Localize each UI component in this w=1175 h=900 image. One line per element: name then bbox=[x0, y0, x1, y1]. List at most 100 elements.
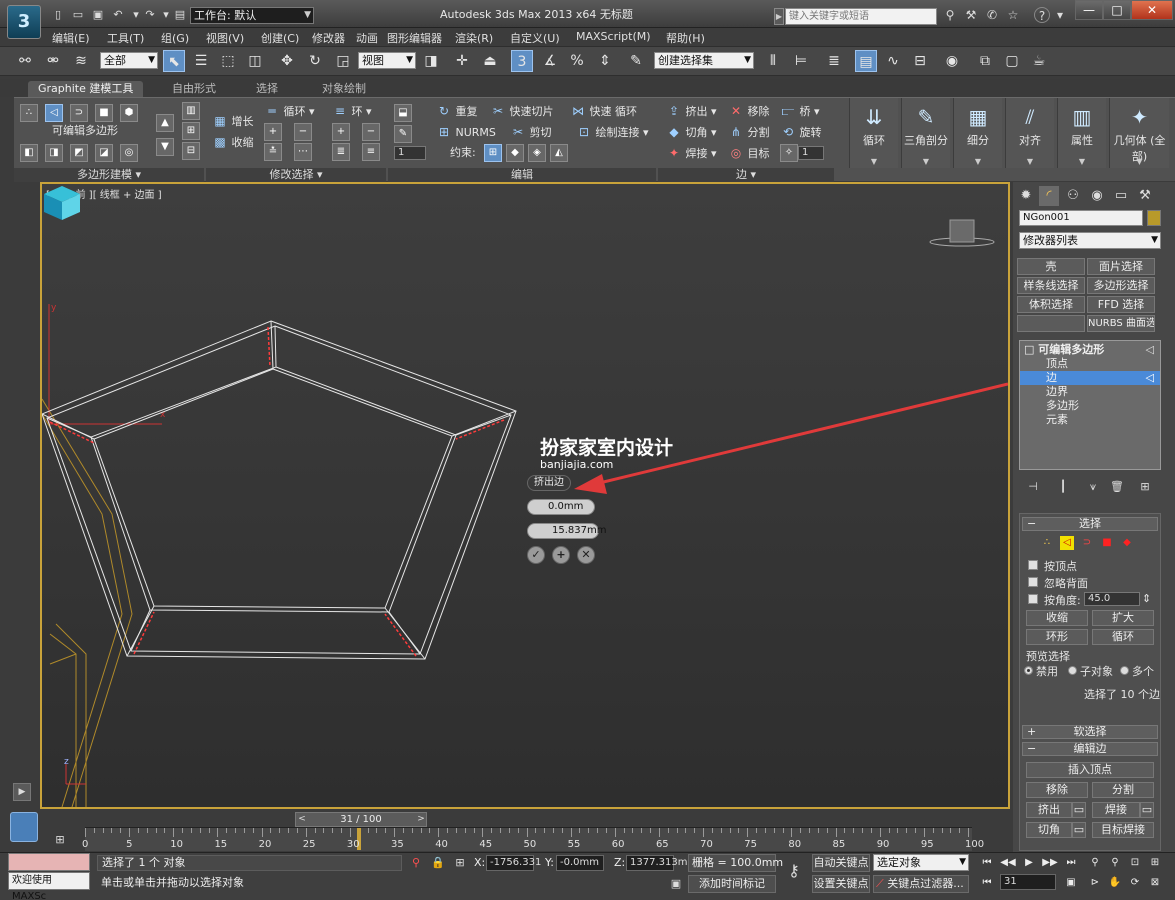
chamfer-settings-icon[interactable]: ▭ bbox=[1072, 822, 1086, 838]
sel-element-icon[interactable]: ◆ bbox=[1120, 536, 1134, 550]
remove-edge-button[interactable]: ✕ 移除 bbox=[728, 102, 770, 120]
modifier-stack[interactable]: □ 可编辑多边形 ◁ 顶点 边 ◁ 边界 多边形 元素 bbox=[1019, 340, 1161, 470]
bind-space-warp-icon[interactable]: ≋ bbox=[70, 50, 92, 72]
edit-named-selection-icon[interactable]: ✎ bbox=[625, 50, 647, 72]
current-frame-field[interactable]: 31 bbox=[1000, 874, 1056, 890]
preview-off-radio[interactable] bbox=[1024, 666, 1033, 675]
element-mode-icon[interactable]: ⬢ bbox=[120, 104, 138, 122]
split-edge-button[interactable]: ⋔ 分割 bbox=[728, 123, 770, 141]
ring-selection-button[interactable]: 环形 bbox=[1026, 629, 1088, 645]
border-mode-icon[interactable]: ⊃ bbox=[70, 104, 88, 122]
align-button[interactable]: ⫽ 对齐 ▼ bbox=[1005, 98, 1054, 168]
reference-coord-select[interactable]: 视图 ▼ bbox=[358, 52, 416, 69]
zoom-icon[interactable]: ⚲ bbox=[1086, 854, 1104, 871]
select-and-link-icon[interactable]: ⚯ bbox=[14, 50, 36, 72]
polygon-mode-icon[interactable]: ■ bbox=[95, 104, 113, 122]
chamfer-edge-panel-button[interactable]: 切角 bbox=[1026, 822, 1072, 838]
maxscript-welcome[interactable]: 欢迎使用 MAXSc bbox=[8, 872, 90, 900]
properties-button[interactable]: ▥ 属性 ▼ bbox=[1057, 98, 1106, 168]
configure-sets-icon[interactable]: ⊞ bbox=[1137, 480, 1153, 494]
ring-mode-icon[interactable]: ≣ bbox=[332, 143, 350, 161]
move-icon[interactable]: ✥ bbox=[276, 50, 298, 72]
toggle-command-panel-icon[interactable]: ◩ bbox=[70, 144, 88, 162]
z-coord-field[interactable]: 1377.313m bbox=[626, 855, 687, 871]
ribbon-nav-up-icon[interactable]: ▲ bbox=[156, 114, 174, 132]
shrink-loop-icon[interactable]: − bbox=[294, 123, 312, 141]
volume-select-button[interactable]: 体积选择 bbox=[1017, 296, 1085, 313]
edge-mode-icon[interactable]: ◁ bbox=[45, 104, 63, 122]
remove-modifier-icon[interactable]: 🗑 bbox=[1109, 480, 1125, 494]
quickslice-button[interactable]: ✂ 快速切片 bbox=[490, 102, 554, 120]
search-input[interactable]: 键入关键字或短语 bbox=[785, 8, 937, 25]
modify-mode-icon[interactable]: ◧ bbox=[20, 144, 38, 162]
orbit-icon[interactable]: ⟳ bbox=[1126, 874, 1144, 891]
repeat-button[interactable]: ↻ 重复 bbox=[436, 102, 478, 120]
loop-tools-button[interactable]: ⇊ 循环 ▼ bbox=[849, 98, 898, 168]
next-frame-icon[interactable]: ▶▶ bbox=[1041, 854, 1059, 871]
stack-item-edge[interactable]: 边 ◁ bbox=[1020, 371, 1160, 385]
isolate-icon[interactable]: ⚲ bbox=[408, 855, 424, 871]
extrude-settings-icon[interactable]: ▭ bbox=[1072, 802, 1086, 818]
edit-spinner[interactable]: 1 bbox=[394, 146, 426, 160]
vertex-mode-icon[interactable]: ∴ bbox=[20, 104, 38, 122]
caddy-ok-button[interactable]: ✓ bbox=[527, 546, 545, 564]
help-dropdown-icon[interactable]: ▾ bbox=[1052, 7, 1068, 23]
weld-settings-icon[interactable]: ▭ bbox=[1140, 802, 1154, 818]
play-icon[interactable]: ▶ bbox=[1020, 854, 1038, 871]
tab-graphite-modeling[interactable]: Graphite 建模工具 bbox=[28, 81, 144, 97]
menu-graph-editors[interactable]: 图形编辑器 bbox=[387, 30, 442, 46]
panel-poly-modeling[interactable]: 多边形建模 ▾ bbox=[14, 168, 204, 182]
constraint-edge-icon[interactable]: ◆ bbox=[506, 144, 524, 162]
edit-edges-rollout-header[interactable]: − 编辑边 bbox=[1022, 742, 1158, 756]
rectangular-selection-icon[interactable]: ⬚ bbox=[217, 50, 239, 72]
caddy-cancel-button[interactable]: ✕ bbox=[577, 546, 595, 564]
workspace-select[interactable]: 工作台: 默认 ▼ bbox=[190, 7, 314, 24]
empty-modifier-button[interactable] bbox=[1017, 315, 1085, 332]
graphite-toggle-icon[interactable]: ▤ bbox=[855, 50, 877, 72]
unlink-icon[interactable]: ⚮ bbox=[42, 50, 64, 72]
preserve-uv-icon[interactable]: ⬓ bbox=[394, 104, 412, 122]
communication-icon[interactable]: ✆ bbox=[984, 7, 1000, 23]
select-manipulate-icon[interactable]: ✛ bbox=[451, 50, 473, 72]
extrude-height-field[interactable]: 0.0mm bbox=[527, 499, 595, 515]
paint-connect-button[interactable]: ⊡ 绘制连接 ▾ bbox=[576, 123, 649, 141]
constraint-face-icon[interactable]: ◈ bbox=[528, 144, 546, 162]
ribbon-nav-down-icon[interactable]: ▼ bbox=[156, 138, 174, 156]
constraint-normal-icon[interactable]: ◭ bbox=[550, 144, 568, 162]
redo-icon[interactable]: ↷ bbox=[142, 7, 158, 22]
soft-selection-rollout-header[interactable]: + 软选择 bbox=[1022, 725, 1158, 739]
selection-lock-icon[interactable]: 🔒 bbox=[430, 855, 446, 871]
absolute-mode-icon[interactable]: ⊞ bbox=[452, 855, 468, 871]
ribbon-extra-3-icon[interactable]: ⊟ bbox=[182, 142, 200, 160]
target-weld-button[interactable]: ◎ 目标 bbox=[728, 144, 770, 162]
angle-snap-icon[interactable]: ∡ bbox=[539, 50, 561, 72]
make-unique-icon[interactable]: ⩛ bbox=[1085, 480, 1101, 494]
percent-snap-icon[interactable]: % bbox=[566, 50, 588, 72]
loop-mode-icon[interactable]: ≛ bbox=[264, 143, 282, 161]
add-time-tag-button[interactable]: 添加时间标记 bbox=[688, 875, 776, 893]
close-button[interactable]: ✕ bbox=[1131, 0, 1173, 20]
align-icon[interactable]: ⊨ bbox=[790, 50, 812, 72]
sel-vertex-icon[interactable]: ∴ bbox=[1040, 536, 1054, 550]
shrink-ring-icon[interactable]: − bbox=[362, 123, 380, 141]
menu-group[interactable]: 组(G) bbox=[161, 30, 189, 46]
set-key-button[interactable]: 设置关键点 bbox=[812, 875, 870, 893]
open-file-icon[interactable]: ▭ bbox=[70, 7, 86, 22]
nurms-button[interactable]: ⊞ NURMS bbox=[436, 123, 496, 141]
mirror-icon[interactable]: ⫴ bbox=[762, 50, 784, 72]
menu-modifiers[interactable]: 修改器 bbox=[312, 30, 345, 46]
spinner-snap-icon[interactable]: ⇕ bbox=[594, 50, 616, 72]
viewport-layout-button[interactable] bbox=[10, 812, 38, 842]
shell-button[interactable]: 壳 bbox=[1017, 258, 1085, 275]
loop-button[interactable]: ═ 循环 ▾ bbox=[264, 102, 314, 120]
ribbon-extra-1-icon[interactable]: ▥ bbox=[182, 102, 200, 120]
named-selection-set-select[interactable]: 创建选择集 ▼ bbox=[654, 52, 754, 69]
grow-loop-icon[interactable]: + bbox=[264, 123, 282, 141]
stack-item-element[interactable]: 元素 bbox=[1020, 413, 1160, 427]
binoculars-icon[interactable]: ⚲ bbox=[942, 7, 958, 23]
motion-tab-icon[interactable]: ◉ bbox=[1087, 186, 1107, 206]
loop-dot-icon[interactable]: ⋯ bbox=[294, 143, 312, 161]
pan-icon[interactable]: ✋ bbox=[1106, 874, 1124, 891]
help-icon[interactable]: ? bbox=[1034, 7, 1050, 23]
layer-manager-icon[interactable]: ≣ bbox=[823, 50, 845, 72]
